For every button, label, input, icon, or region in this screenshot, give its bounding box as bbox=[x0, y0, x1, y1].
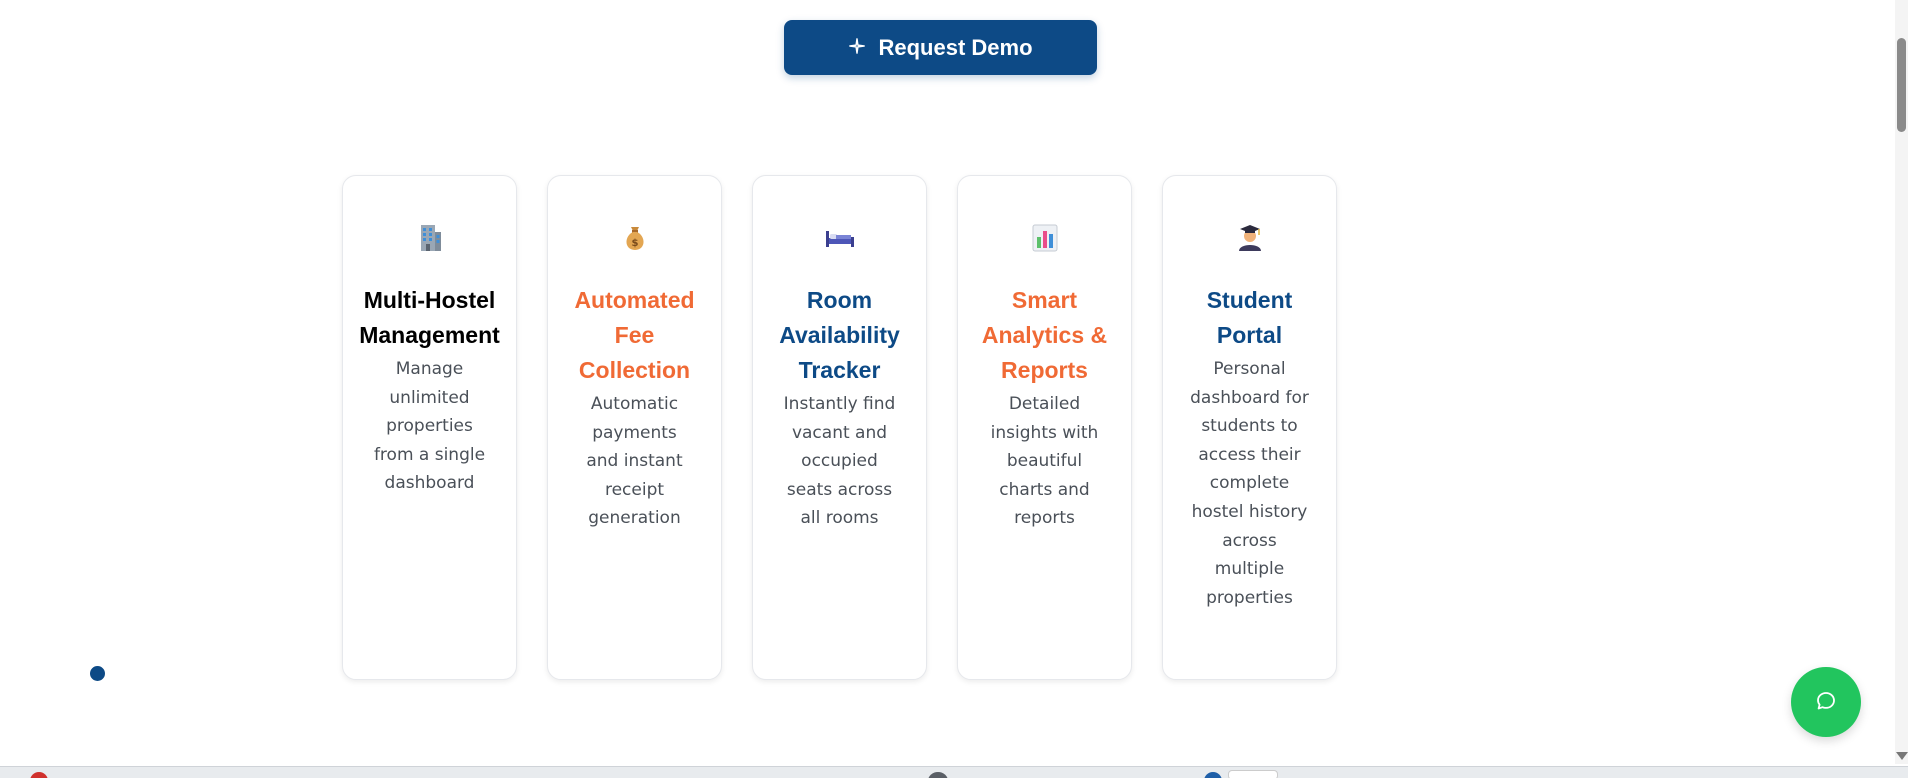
chat-button[interactable] bbox=[1791, 667, 1861, 737]
feature-description: Detailed insights with beautiful charts … bbox=[990, 394, 1099, 529]
feature-title: Multi-Hostel Management bbox=[359, 287, 500, 348]
features-section: Request Demo Multi-Hostel Management Man… bbox=[0, 0, 1895, 764]
feature-card-fee-collection: $ Automated Fee Collection Automatic pay… bbox=[547, 175, 722, 680]
chat-bubble-icon bbox=[1815, 690, 1837, 715]
feature-title: Automated Fee Collection bbox=[574, 287, 695, 383]
taskbar bbox=[0, 766, 1908, 778]
svg-text:$: $ bbox=[631, 238, 638, 249]
feature-title: Smart Analytics & Reports bbox=[981, 287, 1108, 383]
feature-title: Student Portal bbox=[1206, 287, 1293, 348]
feature-card-room-availability: Room Availability Tracker Instantly find… bbox=[752, 175, 927, 680]
taskbar-widget[interactable] bbox=[1228, 770, 1278, 778]
bar-chart-icon bbox=[1027, 219, 1063, 255]
sparkle-icon bbox=[848, 35, 866, 61]
feature-card-student-portal: Student Portal Personal dashboard for st… bbox=[1162, 175, 1337, 680]
feature-title: Room Availability Tracker bbox=[779, 287, 900, 383]
feature-description: Manage unlimited properties from a singl… bbox=[373, 359, 486, 494]
feature-card-multi-hostel: Multi-Hostel Management Manage unlimited… bbox=[342, 175, 517, 680]
scroll-down-arrow-icon[interactable] bbox=[1896, 752, 1908, 760]
office-building-icon bbox=[412, 219, 448, 255]
feature-description: Automatic payments and instant receipt g… bbox=[586, 394, 683, 529]
request-demo-label: Request Demo bbox=[878, 34, 1033, 60]
carousel-dot[interactable] bbox=[90, 666, 105, 681]
scrollbar-thumb[interactable] bbox=[1897, 38, 1906, 132]
feature-description: Instantly find vacant and occupied seats… bbox=[783, 394, 896, 529]
feature-card-analytics: Smart Analytics & Reports Detailed insig… bbox=[957, 175, 1132, 680]
feature-description: Personal dashboard for students to acces… bbox=[1190, 359, 1309, 608]
bed-icon bbox=[822, 219, 858, 255]
student-icon bbox=[1232, 219, 1268, 255]
money-bag-icon: $ bbox=[617, 219, 653, 255]
request-demo-button[interactable]: Request Demo bbox=[784, 20, 1097, 75]
